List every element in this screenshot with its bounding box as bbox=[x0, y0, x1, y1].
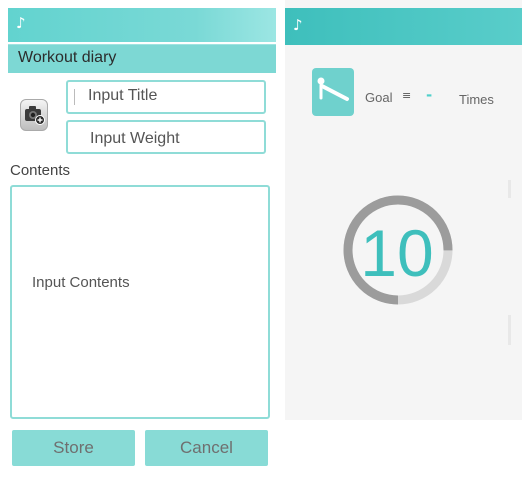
cancel-button[interactable]: Cancel bbox=[145, 430, 268, 466]
weight-input[interactable]: Input Weight bbox=[66, 120, 266, 154]
workout-diary-screen: ♪ Workout diary Input Title Input Weight… bbox=[0, 0, 278, 477]
contents-input[interactable]: Input Contents bbox=[10, 185, 270, 419]
app-logo-icon: ♪ bbox=[16, 14, 26, 32]
goal-value[interactable]: - bbox=[426, 86, 432, 104]
rep-count: 10 bbox=[360, 216, 434, 290]
goal-label: Goal bbox=[365, 90, 393, 105]
scroll-indicator bbox=[508, 315, 511, 345]
goal-separator: ≡ bbox=[402, 89, 412, 102]
status-bar: ♪ bbox=[285, 8, 522, 45]
title-bar: Workout diary bbox=[8, 44, 276, 73]
camera-button[interactable] bbox=[20, 99, 48, 131]
times-label: Times bbox=[459, 92, 494, 107]
page-title: Workout diary bbox=[18, 49, 117, 66]
contents-placeholder: Input Contents bbox=[32, 274, 130, 291]
weight-placeholder: Input Weight bbox=[90, 130, 180, 147]
scroll-indicator bbox=[508, 180, 511, 198]
title-input[interactable]: Input Title bbox=[66, 80, 266, 114]
status-bar: ♪ bbox=[8, 8, 276, 42]
title-placeholder: Input Title bbox=[88, 87, 158, 104]
camera-icon bbox=[25, 106, 45, 125]
contents-label: Contents bbox=[10, 162, 71, 179]
rep-counter[interactable]: 10 bbox=[338, 195, 468, 305]
workout-counter-screen: ♪ Goal ≡ - Times 10 bbox=[285, 0, 522, 420]
text-cursor bbox=[74, 89, 75, 105]
pushup-icon[interactable] bbox=[312, 68, 354, 116]
pushup-figure bbox=[317, 77, 349, 101]
store-button[interactable]: Store bbox=[12, 430, 135, 466]
app-logo-icon: ♪ bbox=[293, 16, 303, 34]
